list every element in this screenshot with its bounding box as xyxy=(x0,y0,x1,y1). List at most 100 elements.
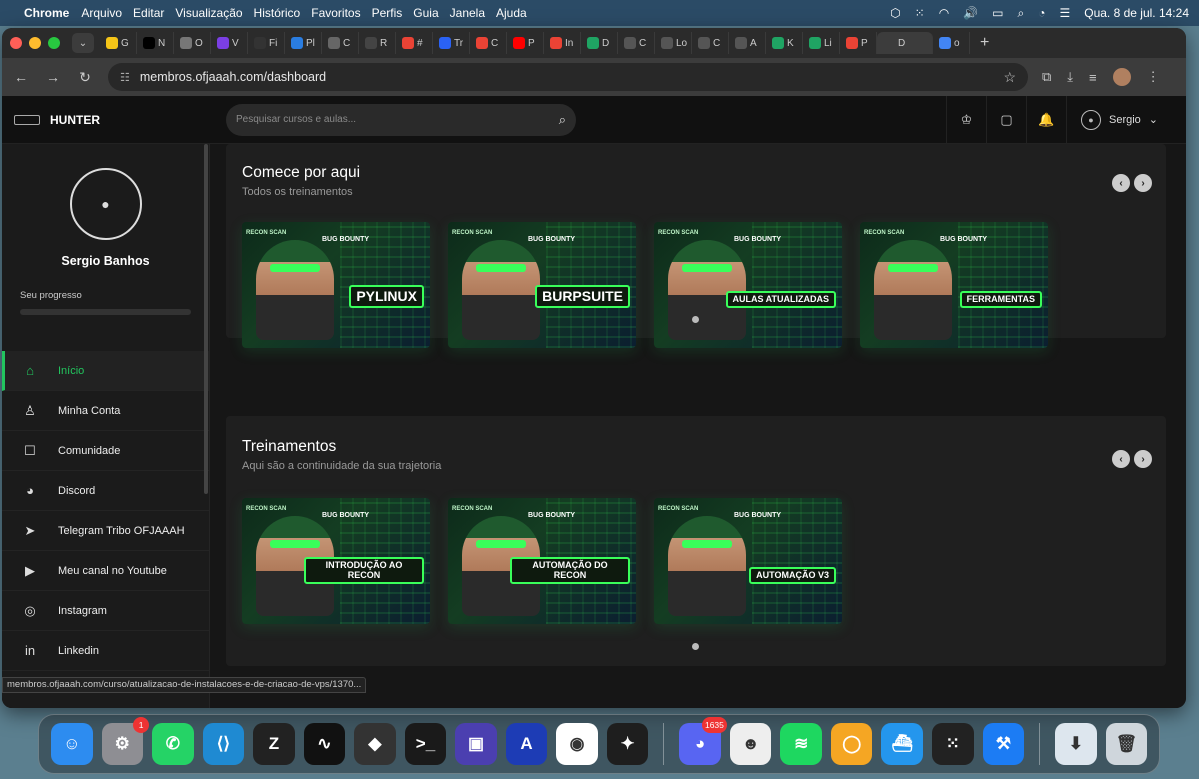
browser-tab[interactable]: G xyxy=(100,32,137,54)
menu-guia[interactable]: Guia xyxy=(413,6,438,20)
carousel-prev-icon[interactable]: ‹ xyxy=(1112,174,1130,192)
minimize-window-button[interactable] xyxy=(29,37,41,49)
browser-tab[interactable]: C xyxy=(692,32,729,54)
user-menu-button[interactable]: ● Sergio ⌄ xyxy=(1065,95,1174,144)
browser-tab[interactable]: In xyxy=(544,32,581,54)
browser-tab[interactable]: P xyxy=(507,32,544,54)
browser-tab[interactable]: K xyxy=(766,32,803,54)
menu-historico[interactable]: Histórico xyxy=(254,6,301,20)
course-card[interactable]: RECON SCAN BUG BOUNTY FERRAMENTAS xyxy=(860,222,1048,348)
dock-terminal-icon[interactable]: >_ xyxy=(404,723,447,765)
control-center-icon[interactable]: ☰ xyxy=(1059,6,1070,20)
bell-icon[interactable]: 🔔 xyxy=(1025,95,1066,144)
tab-search-icon[interactable]: ⌄ xyxy=(72,33,94,53)
browser-tab[interactable]: Li xyxy=(803,32,840,54)
dock-vscode-icon[interactable]: ⟨⟩ xyxy=(202,723,245,765)
dock-zed-icon[interactable]: Z xyxy=(253,723,295,765)
dock-screen-icon[interactable]: ▣ xyxy=(455,723,497,765)
sidebar-item-comunidade[interactable]: ☐ Comunidade xyxy=(2,431,209,471)
dock-docker-icon[interactable]: ⛴ xyxy=(881,723,924,765)
menu-ajuda[interactable]: Ajuda xyxy=(496,6,527,20)
browser-tab[interactable]: Lo xyxy=(655,32,692,54)
dock-box-icon[interactable]: ◆ xyxy=(354,723,396,765)
menu-visualizacao[interactable]: Visualização xyxy=(175,6,242,20)
new-tab-button[interactable]: + xyxy=(980,34,989,52)
dock-discord-icon[interactable]: ◕ 1635 xyxy=(679,717,727,765)
zoom-window-button[interactable] xyxy=(48,37,60,49)
course-card[interactable]: RECON SCAN BUG BOUNTY PYLINUX xyxy=(242,222,430,348)
dock-xcode-icon[interactable]: ⚒ xyxy=(982,723,1025,765)
dock-finder-icon[interactable]: ☺ xyxy=(51,723,93,765)
more-menu-icon[interactable]: ⋮ xyxy=(1147,69,1160,85)
dock-downloads-icon[interactable]: ⬇ xyxy=(1055,723,1097,765)
dock-launchpad-icon[interactable]: ⁙ xyxy=(932,723,974,765)
sidebar-item-minha-conta[interactable]: ♙ Minha Conta xyxy=(2,391,209,431)
sidebar-item-linkedin[interactable]: in Linkedin xyxy=(2,631,209,671)
carousel-prev-icon[interactable]: ‹ xyxy=(1112,450,1130,468)
sidebar-item-instagram[interactable]: ◎ Instagram xyxy=(2,591,209,631)
browser-tab[interactable]: C xyxy=(618,32,655,54)
profile-avatar-icon[interactable]: ● xyxy=(69,168,142,240)
carousel-dot[interactable] xyxy=(692,316,699,323)
dock-whatsapp-icon[interactable]: ✆ xyxy=(152,723,194,765)
grid-icon[interactable]: ⁙ xyxy=(915,6,925,20)
wifi-icon[interactable]: ◔ xyxy=(1038,6,1045,20)
course-card[interactable]: RECON SCAN BUG BOUNTY BURPSUITE xyxy=(448,222,636,348)
dock-vpn-icon[interactable]: ◯ xyxy=(830,723,873,765)
browser-tab[interactable]: D xyxy=(581,32,618,54)
search-icon[interactable]: ⌕ xyxy=(559,112,566,128)
menu-editar[interactable]: Editar xyxy=(133,6,164,20)
course-card[interactable]: RECON SCAN BUG BOUNTY AULAS ATUALIZADAS xyxy=(654,222,842,348)
browser-tab[interactable]: Pl xyxy=(285,32,322,54)
back-arrow-icon[interactable]: ← xyxy=(12,69,30,85)
dock-spotify-icon[interactable]: ≋ xyxy=(780,723,822,765)
crown-icon[interactable]: ♔ xyxy=(945,95,986,144)
download-icon[interactable]: ⤓ xyxy=(1067,69,1073,85)
browser-tab[interactable]: Tr xyxy=(433,32,470,54)
browser-tab[interactable]: V xyxy=(211,32,248,54)
site-info-icon[interactable]: ☷ xyxy=(120,71,130,84)
volume-icon[interactable]: 🔊 xyxy=(963,6,978,20)
clock-text[interactable]: Qua. 8 de jul. 14:24 xyxy=(1084,6,1189,20)
site-logo[interactable]: HUNTER xyxy=(14,113,226,127)
dock-stocks-icon[interactable]: ∿ xyxy=(303,723,346,765)
sidebar-item-telegram-tribo-ofjaaah[interactable]: ➤ Telegram Tribo OFJAAAH xyxy=(2,511,209,551)
browser-tab[interactable]: o xyxy=(933,32,970,54)
menu-janela[interactable]: Janela xyxy=(450,6,485,20)
dock-arc-icon[interactable]: A xyxy=(505,723,548,765)
browser-tab[interactable]: # xyxy=(396,32,433,54)
address-bar[interactable]: ☷ membros.ofjaaah.com/dashboard ☆ xyxy=(108,63,1028,91)
browser-tab[interactable]: A xyxy=(729,32,766,54)
messages-icon[interactable]: ▢ xyxy=(985,95,1026,144)
menu-app-name[interactable]: Chrome xyxy=(24,6,69,20)
dock-trash-icon[interactable]: 🗑 xyxy=(1105,723,1148,765)
course-card[interactable]: RECON SCAN BUG BOUNTY INTRODUÇÃO AO RECON xyxy=(242,498,430,624)
media-icon[interactable]: ≡ xyxy=(1089,70,1097,85)
profile-avatar[interactable] xyxy=(1112,68,1131,86)
close-window-button[interactable] xyxy=(10,37,22,49)
carousel-next-icon[interactable]: › xyxy=(1134,450,1152,468)
dock-settings-icon[interactable]: ⚙ 1 xyxy=(101,717,150,765)
box-icon[interactable]: ⬡ xyxy=(890,6,900,20)
sidebar-item-discord[interactable]: ◕ Discord xyxy=(2,471,209,511)
browser-tab[interactable]: O xyxy=(174,32,211,54)
browser-tab[interactable]: Fi xyxy=(248,32,285,54)
carousel-dot[interactable] xyxy=(692,643,699,650)
dock-beaver-icon[interactable]: ☻ xyxy=(729,723,772,765)
dock-chrome-icon[interactable]: ◉ xyxy=(556,723,598,765)
sidebar-scrollbar[interactable] xyxy=(204,144,208,494)
browser-tab[interactable]: C xyxy=(322,32,359,54)
menu-favoritos[interactable]: Favoritos xyxy=(311,6,360,20)
sidebar-item-meu-canal-no-youtube[interactable]: ▶ Meu canal no Youtube xyxy=(2,551,209,591)
search-input[interactable] xyxy=(236,114,559,125)
extensions-icon[interactable]: ⧉ xyxy=(1042,69,1051,85)
carousel-next-icon[interactable]: › xyxy=(1134,174,1152,192)
reload-icon[interactable]: ↻ xyxy=(76,69,94,86)
course-card[interactable]: RECON SCAN BUG BOUNTY AUTOMAÇÃO DO RECON xyxy=(448,498,636,624)
browser-tab[interactable]: P xyxy=(840,32,877,54)
battery-icon[interactable]: ▭ xyxy=(992,6,1003,20)
menu-arquivo[interactable]: Arquivo xyxy=(81,6,122,20)
browser-tab[interactable]: D xyxy=(877,32,933,54)
course-card[interactable]: RECON SCAN BUG BOUNTY AUTOMAÇÃO V3 xyxy=(654,498,842,624)
dock-figma-icon[interactable]: ✦ xyxy=(606,723,649,765)
